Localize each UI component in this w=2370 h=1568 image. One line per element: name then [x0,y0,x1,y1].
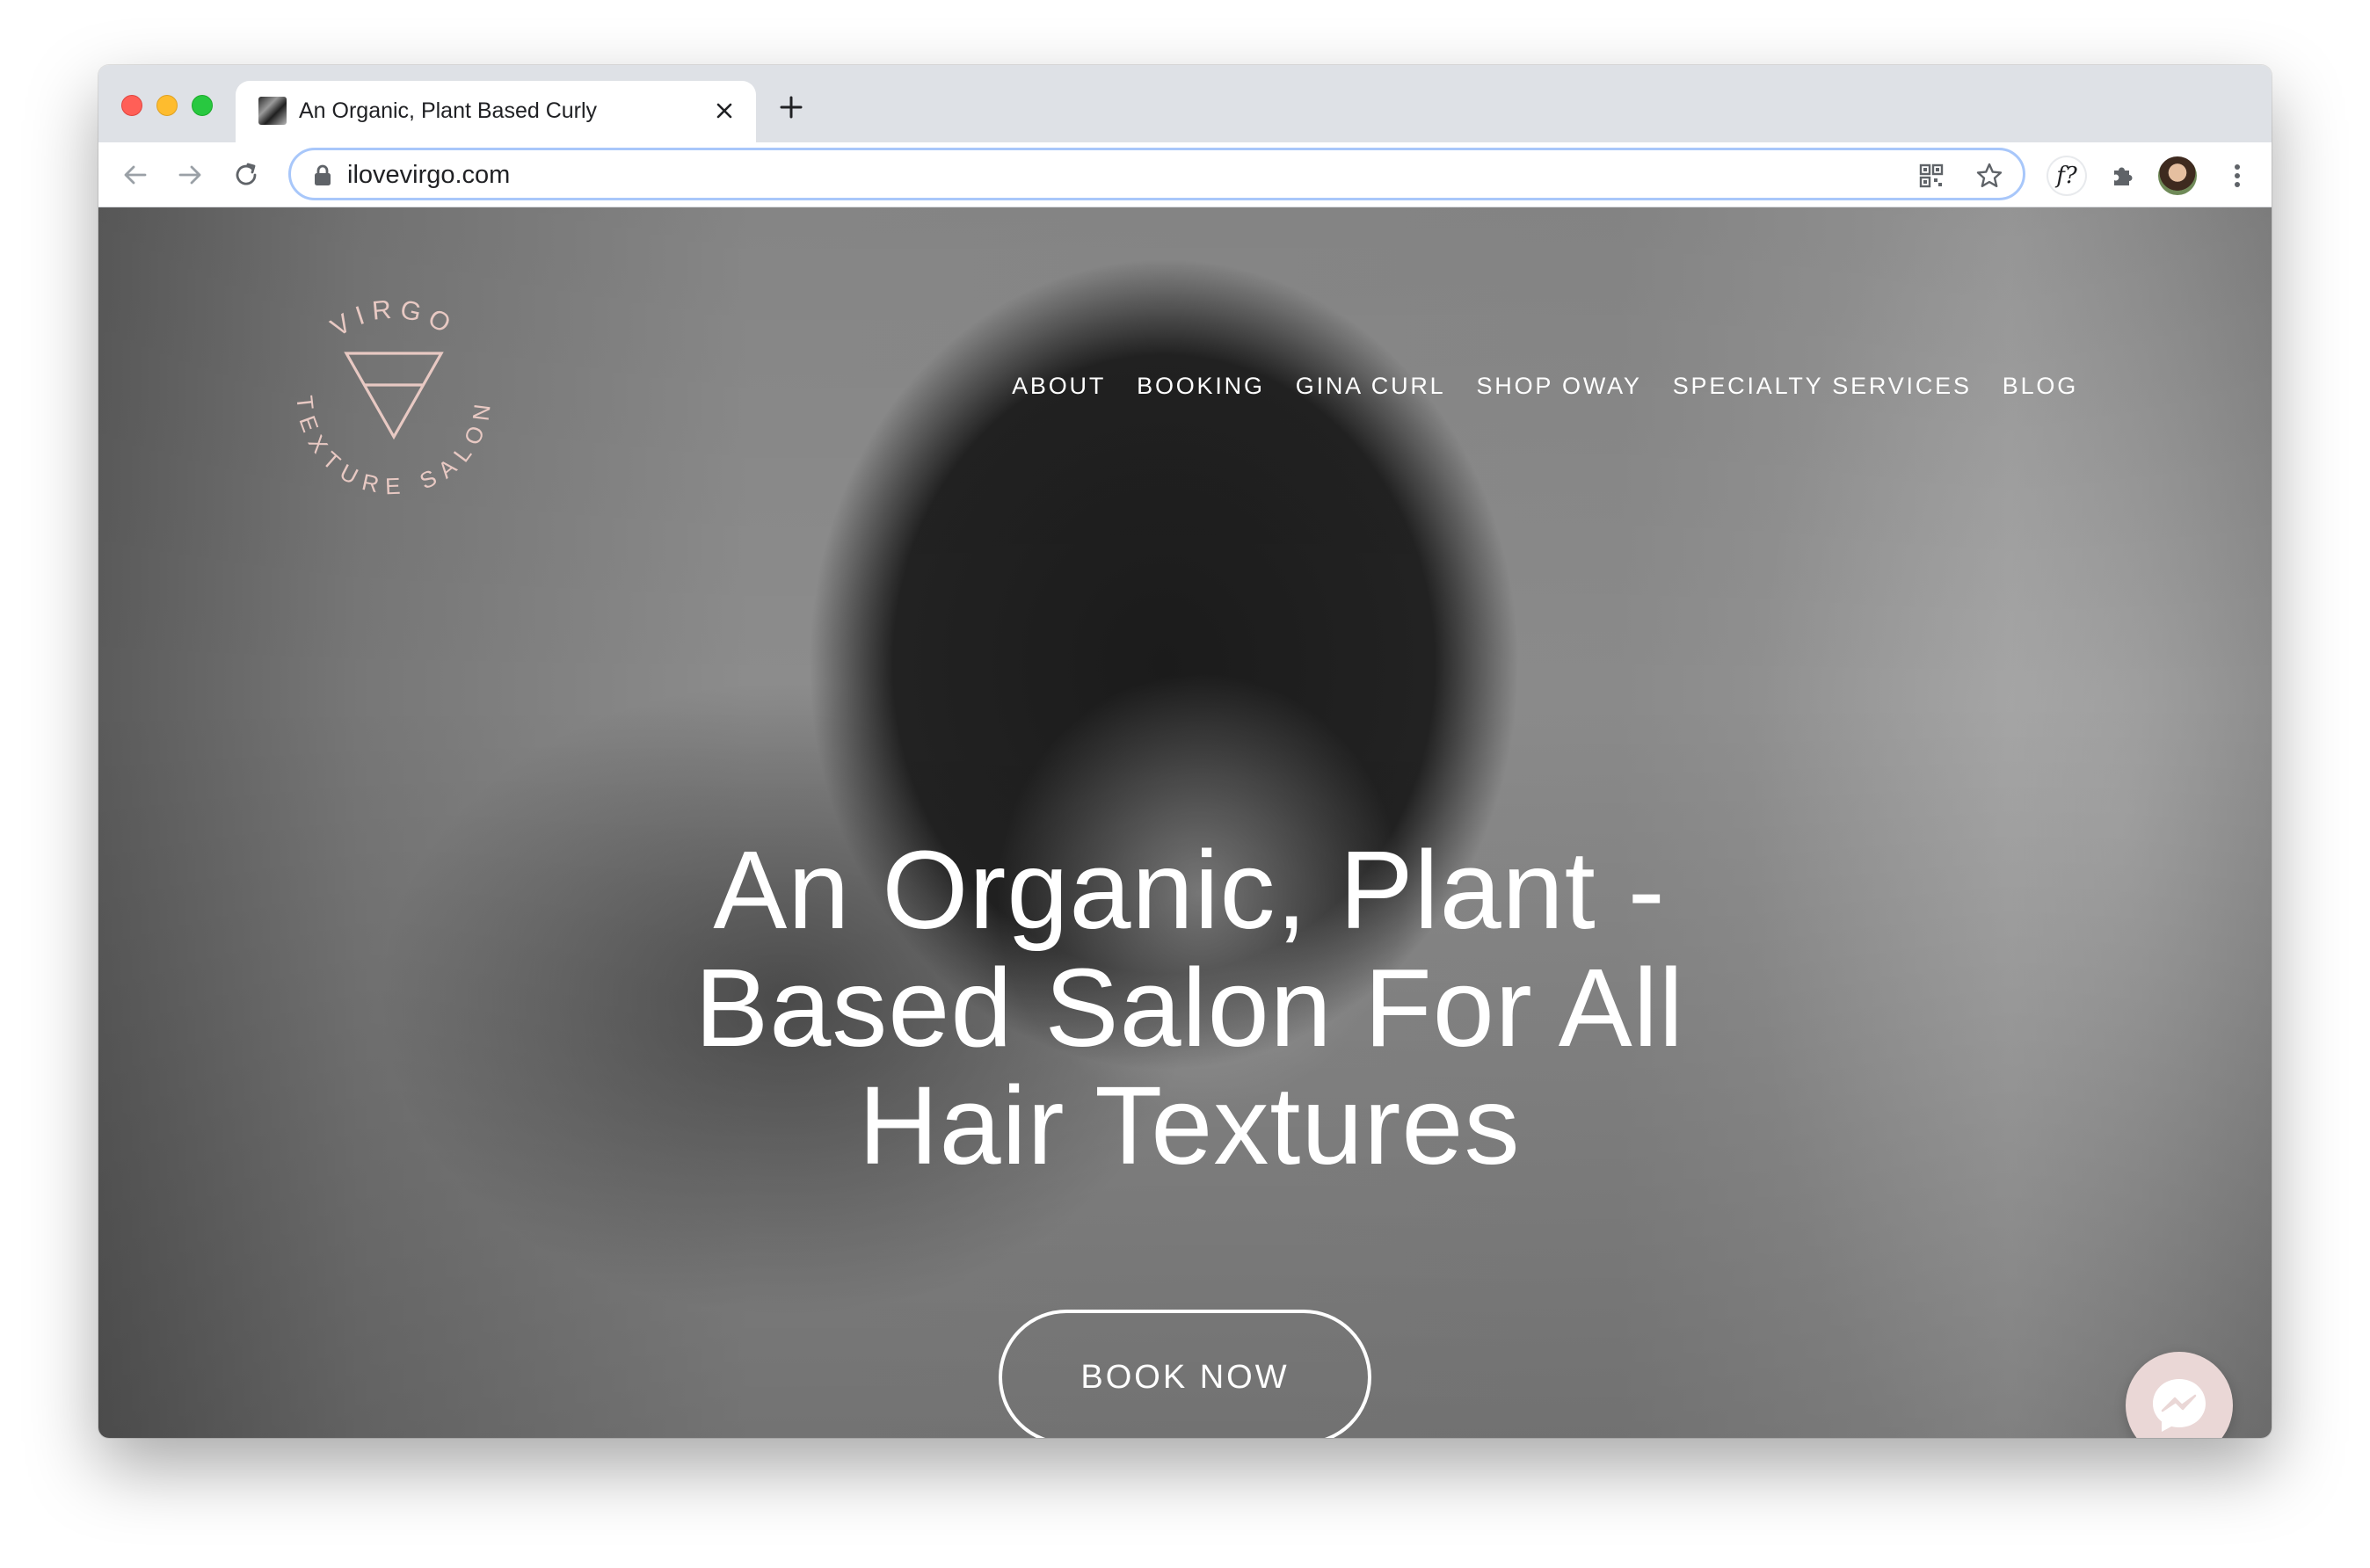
logo-name-text: VIRGO [326,294,454,342]
nav-gina-curl[interactable]: GINA CURL [1296,373,1446,400]
back-arrow-icon[interactable] [118,157,153,192]
tab-strip: An Organic, Plant Based Curly [98,65,2272,142]
nav-about[interactable]: ABOUT [1012,373,1106,400]
font-extension-icon[interactable]: f? [2048,157,2085,194]
browser-tab[interactable]: An Organic, Plant Based Curly [236,81,756,142]
tab-close-icon[interactable] [710,97,738,125]
nav-shop-oway[interactable]: SHOP OWAY [1477,373,1642,400]
reload-icon[interactable] [229,157,264,192]
new-tab-plus-icon[interactable] [775,91,807,123]
hero-section: VIRGO TEXTURE SALON ABOUT BOOKING GINA C… [98,207,2272,1438]
minimize-window-button[interactable] [156,95,178,116]
zoom-window-button[interactable] [192,95,213,116]
browser-toolbar: ilovevirgo.com f? [98,142,2272,207]
browser-window: An Organic, Plant Based Curly ilovevirgo… [98,65,2272,1438]
qr-code-icon[interactable] [1916,160,1947,192]
nav-blog[interactable]: BLOG [2003,373,2078,400]
logo-sub-text: TEXTURE SALON [291,394,488,499]
alchemy-triangle-icon [344,352,444,440]
book-now-button[interactable]: BOOK NOW [999,1310,1371,1438]
lock-icon[interactable] [312,163,333,186]
nav-specialty-services[interactable]: SPECIALTY SERVICES [1673,373,1972,400]
tab-title: An Organic, Plant Based Curly [299,98,598,123]
bookmark-star-icon[interactable] [1974,160,2005,192]
site-favicon-icon [258,97,287,125]
messenger-icon [2153,1379,2206,1432]
hero-heading: An Organic, Plant - Based Salon For All … [570,831,1809,1185]
url-text[interactable]: ilovevirgo.com [347,161,510,190]
svg-text:VIRGO: VIRGO [326,294,462,342]
virgo-logo[interactable]: VIRGO TEXTURE SALON [271,283,517,529]
site-navigation: ABOUT BOOKING GINA CURL SHOP OWAY SPECIA… [1012,373,2078,400]
profile-avatar[interactable] [2158,156,2197,195]
extensions-puzzle-icon[interactable] [2105,157,2141,194]
hero-heading-line-3: Hair Textures [858,1063,1521,1187]
nav-booking[interactable]: BOOKING [1137,373,1265,400]
forward-arrow-icon[interactable] [172,157,207,192]
address-bar[interactable]: ilovevirgo.com [288,148,2025,200]
close-window-button[interactable] [121,95,142,116]
hero-heading-line-2: Based Salon For All [694,946,1684,1070]
svg-text:TEXTURE SALON: TEXTURE SALON [291,394,497,499]
more-menu-icon[interactable] [2219,157,2256,194]
hero-heading-line-1: An Organic, Plant - [713,828,1666,952]
